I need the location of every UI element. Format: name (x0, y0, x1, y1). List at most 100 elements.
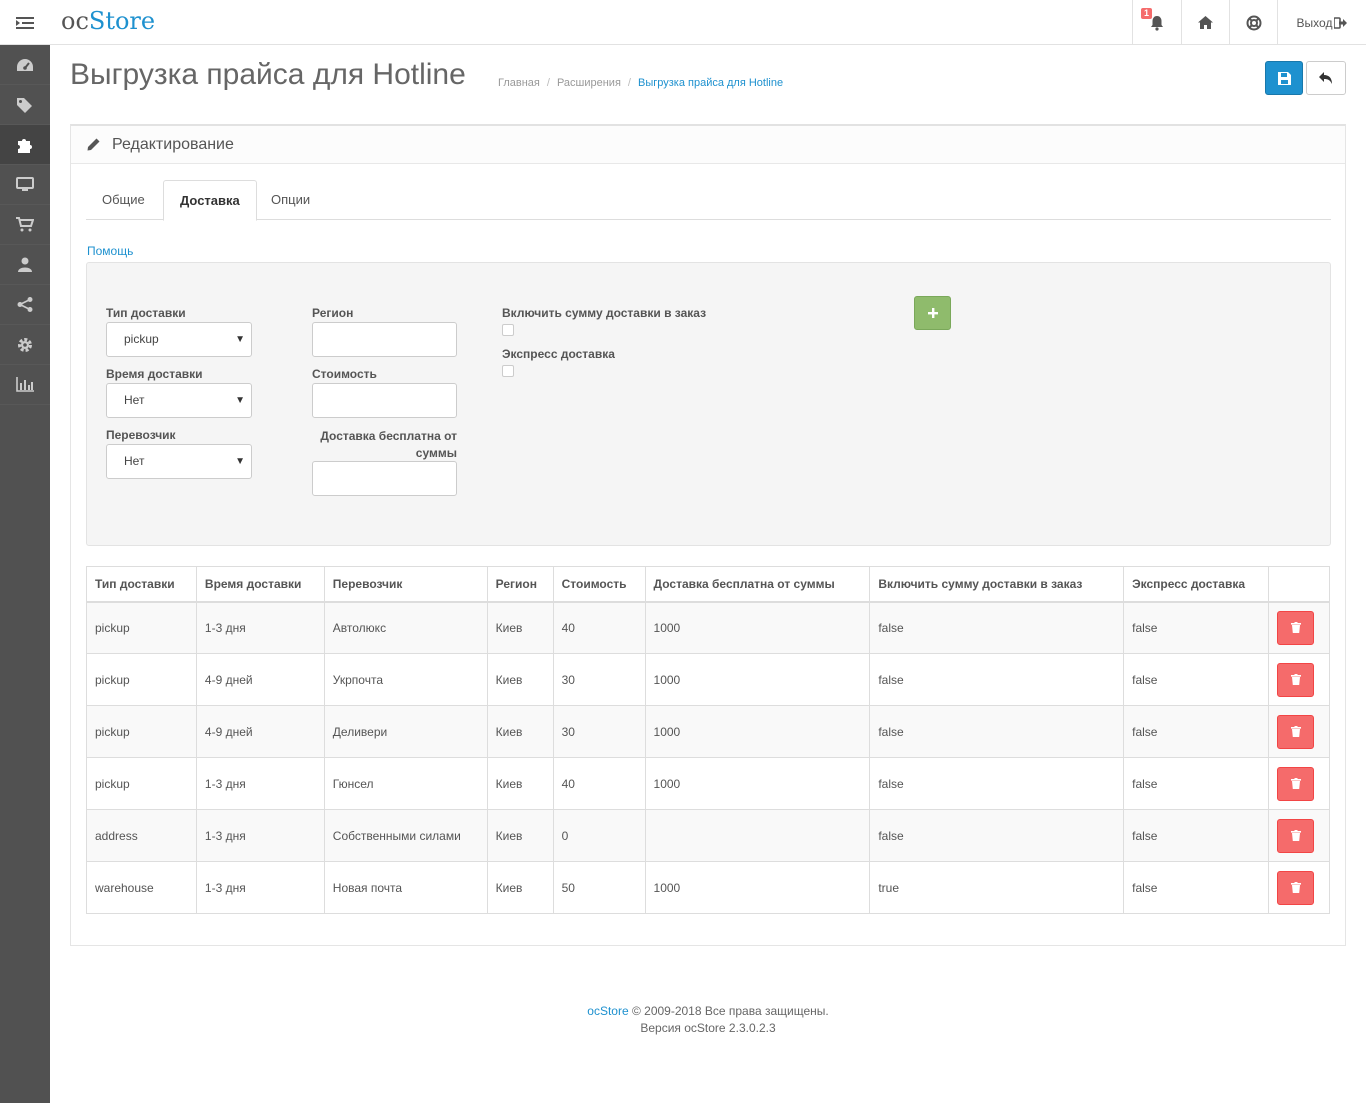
table-cell: 1000 (644, 757, 871, 810)
table-cell: false (1123, 705, 1269, 758)
delete-row-button[interactable] (1277, 766, 1314, 801)
logo[interactable]: ocStore (61, 7, 155, 35)
table-cell: 1-3 дня (195, 601, 325, 654)
include-sum-label: Включить сумму доставки в заказ (502, 306, 707, 320)
home-button[interactable] (1181, 0, 1229, 45)
delivery-type-select[interactable]: pickup ▼ (106, 322, 252, 357)
include-sum-checkbox[interactable] (502, 324, 514, 336)
table-cell: 1000 (644, 861, 871, 914)
table-cell-actions (1268, 653, 1330, 706)
table-cell: 1-3 дня (195, 809, 325, 862)
region-label: Регион (312, 306, 354, 320)
table-cell: 1000 (644, 601, 871, 654)
save-icon (1277, 71, 1291, 85)
breadcrumb-current[interactable]: Выгрузка прайса для Hotline (638, 77, 783, 89)
caret-down-icon: ▼ (235, 334, 245, 345)
delivery-table: Тип доставки Время доставки Перевозчик Р… (86, 566, 1330, 914)
table-row: pickup 1-3 дня Гюнсел Киев 40 1000 false false (86, 757, 1330, 810)
table-cell: 4-9 дней (195, 653, 325, 706)
express-checkbox[interactable] (502, 365, 514, 377)
delete-row-button[interactable] (1277, 662, 1314, 697)
table-cell-actions (1268, 705, 1330, 758)
delete-row-button[interactable] (1277, 870, 1314, 905)
table-cell: false (1123, 653, 1269, 706)
back-button[interactable] (1306, 61, 1346, 95)
sidebar-item-marketing[interactable] (0, 285, 50, 325)
cost-label: Стоимость (312, 367, 377, 381)
sidebar-item-catalog[interactable] (0, 85, 50, 125)
bar-chart-icon (16, 377, 34, 392)
life-ring-icon (1246, 15, 1261, 30)
table-cell: address (86, 809, 197, 862)
logout-button[interactable]: Выход (1277, 0, 1366, 45)
delete-row-button[interactable] (1277, 818, 1314, 853)
sidebar-item-dashboard[interactable] (0, 45, 50, 85)
free-from-label: Доставка бесплатна от суммы (320, 429, 457, 460)
notifications-button[interactable]: 1 (1132, 0, 1181, 45)
delete-row-button[interactable] (1277, 610, 1314, 645)
free-from-input[interactable] (312, 461, 457, 496)
sidebar (0, 45, 50, 1103)
support-button[interactable] (1229, 0, 1277, 45)
table-row: pickup 4-9 дней Укрпочта Киев 30 1000 false fal… (86, 653, 1330, 706)
reply-icon (1319, 72, 1332, 84)
table-cell: Автолюкс (323, 601, 488, 654)
sidebar-item-extensions[interactable] (0, 125, 50, 165)
table-cell (644, 809, 871, 862)
table-cell: Деливери (323, 705, 488, 758)
save-button[interactable] (1265, 61, 1303, 95)
help-link[interactable]: Помощь (87, 244, 133, 258)
table-cell: false (869, 809, 1125, 862)
cog-icon (18, 337, 32, 352)
column-header-actions (1268, 566, 1330, 603)
carrier-value: Нет (124, 454, 145, 468)
pencil-icon (87, 138, 100, 151)
cost-input[interactable] (312, 383, 457, 418)
table-cell-actions (1268, 861, 1330, 914)
home-icon (1198, 16, 1213, 29)
table-cell: warehouse (86, 861, 197, 914)
breadcrumb-home[interactable]: Главная (498, 77, 540, 89)
dashboard-icon (17, 58, 33, 71)
table-cell: 0 (552, 809, 646, 862)
table-cell: false (869, 653, 1125, 706)
region-input[interactable] (312, 322, 457, 357)
table-row: pickup 4-9 дней Деливери Киев 30 1000 false fal… (86, 705, 1330, 758)
user-icon (18, 257, 32, 272)
table-cell: true (869, 861, 1125, 914)
trash-icon (1290, 674, 1301, 685)
delivery-time-select[interactable]: Нет ▼ (106, 383, 252, 418)
sidebar-item-sales[interactable] (0, 205, 50, 245)
tab-general[interactable]: Общие (86, 180, 161, 220)
sidebar-item-customers[interactable] (0, 245, 50, 285)
tab-delivery[interactable]: Доставка (163, 180, 257, 221)
table-header-row: Тип доставки Время доставки Перевозчик Р… (86, 566, 1330, 603)
footer-copyright-text: © 2009-2018 Все права защищены. (631, 1004, 829, 1018)
caret-down-icon: ▼ (235, 456, 245, 467)
table-cell: Киев (486, 809, 554, 862)
column-header: Перевозчик (323, 566, 488, 603)
carrier-select[interactable]: Нет ▼ (106, 444, 252, 479)
tab-bar: Общие Доставка Опции (86, 180, 1331, 221)
menu-toggle-icon[interactable] (0, 0, 50, 45)
delivery-type-label: Тип доставки (106, 306, 186, 320)
column-header: Экспресс доставка (1123, 566, 1269, 603)
add-delivery-button[interactable] (914, 296, 951, 330)
tab-options[interactable]: Опции (255, 180, 326, 220)
delete-row-button[interactable] (1277, 714, 1314, 749)
panel-title: Редактирование (112, 135, 234, 153)
sidebar-item-settings[interactable] (0, 325, 50, 365)
table-cell-actions (1268, 601, 1330, 654)
notification-count-badge: 1 (1141, 8, 1153, 19)
table-row: address 1-3 дня Собственными силами Киев 0 fa… (86, 809, 1330, 862)
page-title: Выгрузка прайса для Hotline (70, 58, 466, 91)
logo-suffix: Store (88, 7, 156, 35)
table-cell-actions (1268, 757, 1330, 810)
table-cell: Гюнсел (323, 757, 488, 810)
delivery-time-value: Нет (124, 393, 145, 407)
footer-brand-link[interactable]: ocStore (587, 1004, 628, 1018)
table-cell: Киев (486, 861, 554, 914)
breadcrumb-extensions[interactable]: Расширения (557, 77, 621, 89)
sidebar-item-reports[interactable] (0, 365, 50, 405)
sidebar-item-design[interactable] (0, 165, 50, 205)
